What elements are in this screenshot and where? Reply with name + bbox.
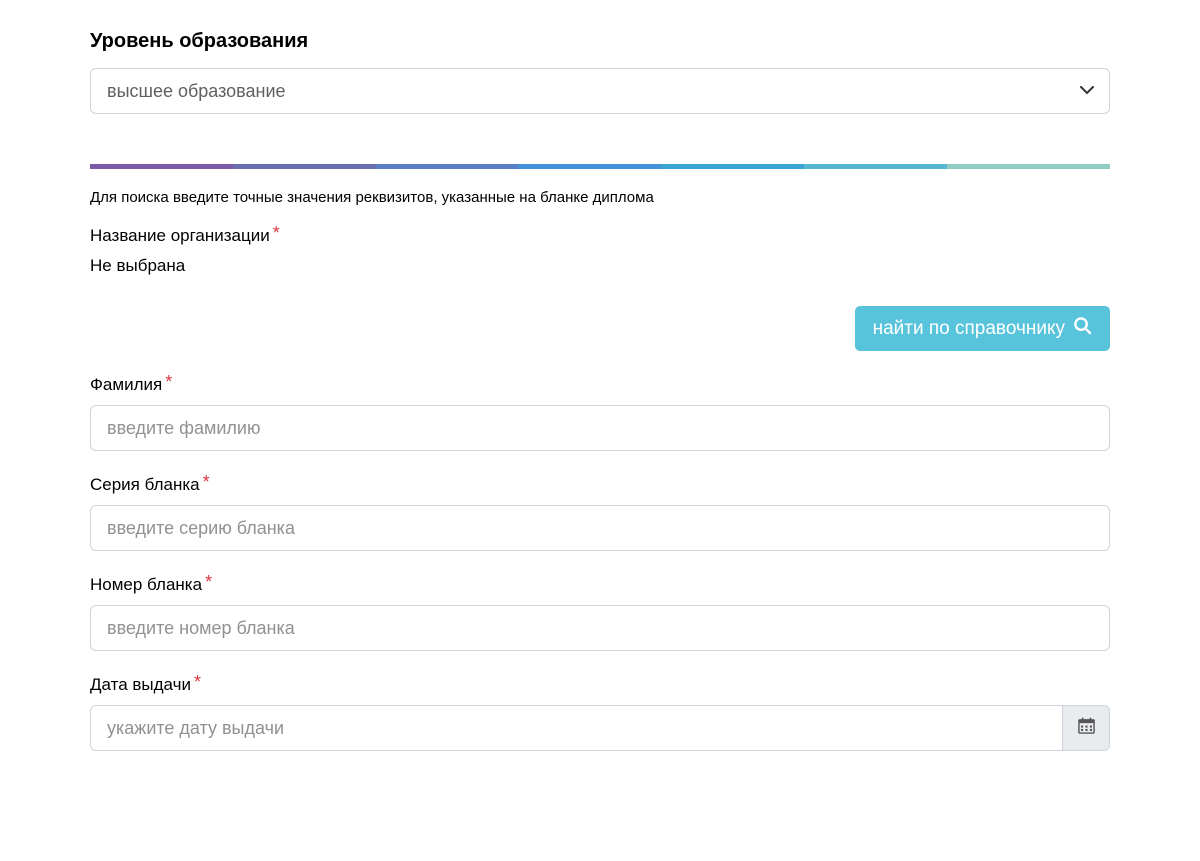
surname-group: Фамилия * <box>90 361 1110 451</box>
blank-series-label: Серия бланка <box>90 475 200 495</box>
lookup-button-row: найти по справочнику <box>90 306 1110 351</box>
blank-number-group: Номер бланка * <box>90 561 1110 651</box>
search-icon <box>1073 316 1092 341</box>
required-asterisk: * <box>273 223 280 244</box>
organization-label-row: Название организации * <box>90 212 1110 250</box>
education-level-select[interactable]: высшее образование <box>90 68 1110 114</box>
education-level-label: Уровень образования <box>90 30 1110 53</box>
required-asterisk: * <box>194 672 201 693</box>
blank-series-group: Серия бланка * <box>90 461 1110 551</box>
blank-series-input[interactable] <box>90 505 1110 551</box>
help-text: Для поиска введите точные значения рекви… <box>90 189 1110 206</box>
blank-number-input[interactable] <box>90 605 1110 651</box>
blank-number-label-row: Номер бланка * <box>90 561 1110 599</box>
education-level-group: Уровень образования высшее образование <box>90 30 1110 114</box>
surname-label: Фамилия <box>90 375 162 395</box>
calendar-picker-button[interactable] <box>1062 705 1110 751</box>
blank-series-label-row: Серия бланка * <box>90 461 1110 499</box>
lookup-button-label: найти по справочнику <box>873 318 1065 340</box>
required-asterisk: * <box>205 572 212 593</box>
lookup-directory-button[interactable]: найти по справочнику <box>855 306 1110 351</box>
blank-number-label: Номер бланка <box>90 575 202 595</box>
issue-date-label-row: Дата выдачи * <box>90 661 1110 699</box>
issue-date-input[interactable] <box>90 705 1062 751</box>
issue-date-input-group <box>90 705 1110 751</box>
education-level-select-wrapper: высшее образование <box>90 68 1110 114</box>
required-asterisk: * <box>203 472 210 493</box>
issue-date-group: Дата выдачи * <box>90 661 1110 751</box>
calendar-icon <box>1078 717 1095 739</box>
organization-value: Не выбрана <box>90 256 1110 276</box>
issue-date-label: Дата выдачи <box>90 675 191 695</box>
required-asterisk: * <box>165 372 172 393</box>
organization-label: Название организации <box>90 226 270 246</box>
form-container: Уровень образования высшее образование Д… <box>70 0 1130 791</box>
gradient-divider <box>90 164 1110 169</box>
organization-group: Название организации * Не выбрана <box>90 212 1110 276</box>
surname-label-row: Фамилия * <box>90 361 1110 399</box>
surname-input[interactable] <box>90 405 1110 451</box>
